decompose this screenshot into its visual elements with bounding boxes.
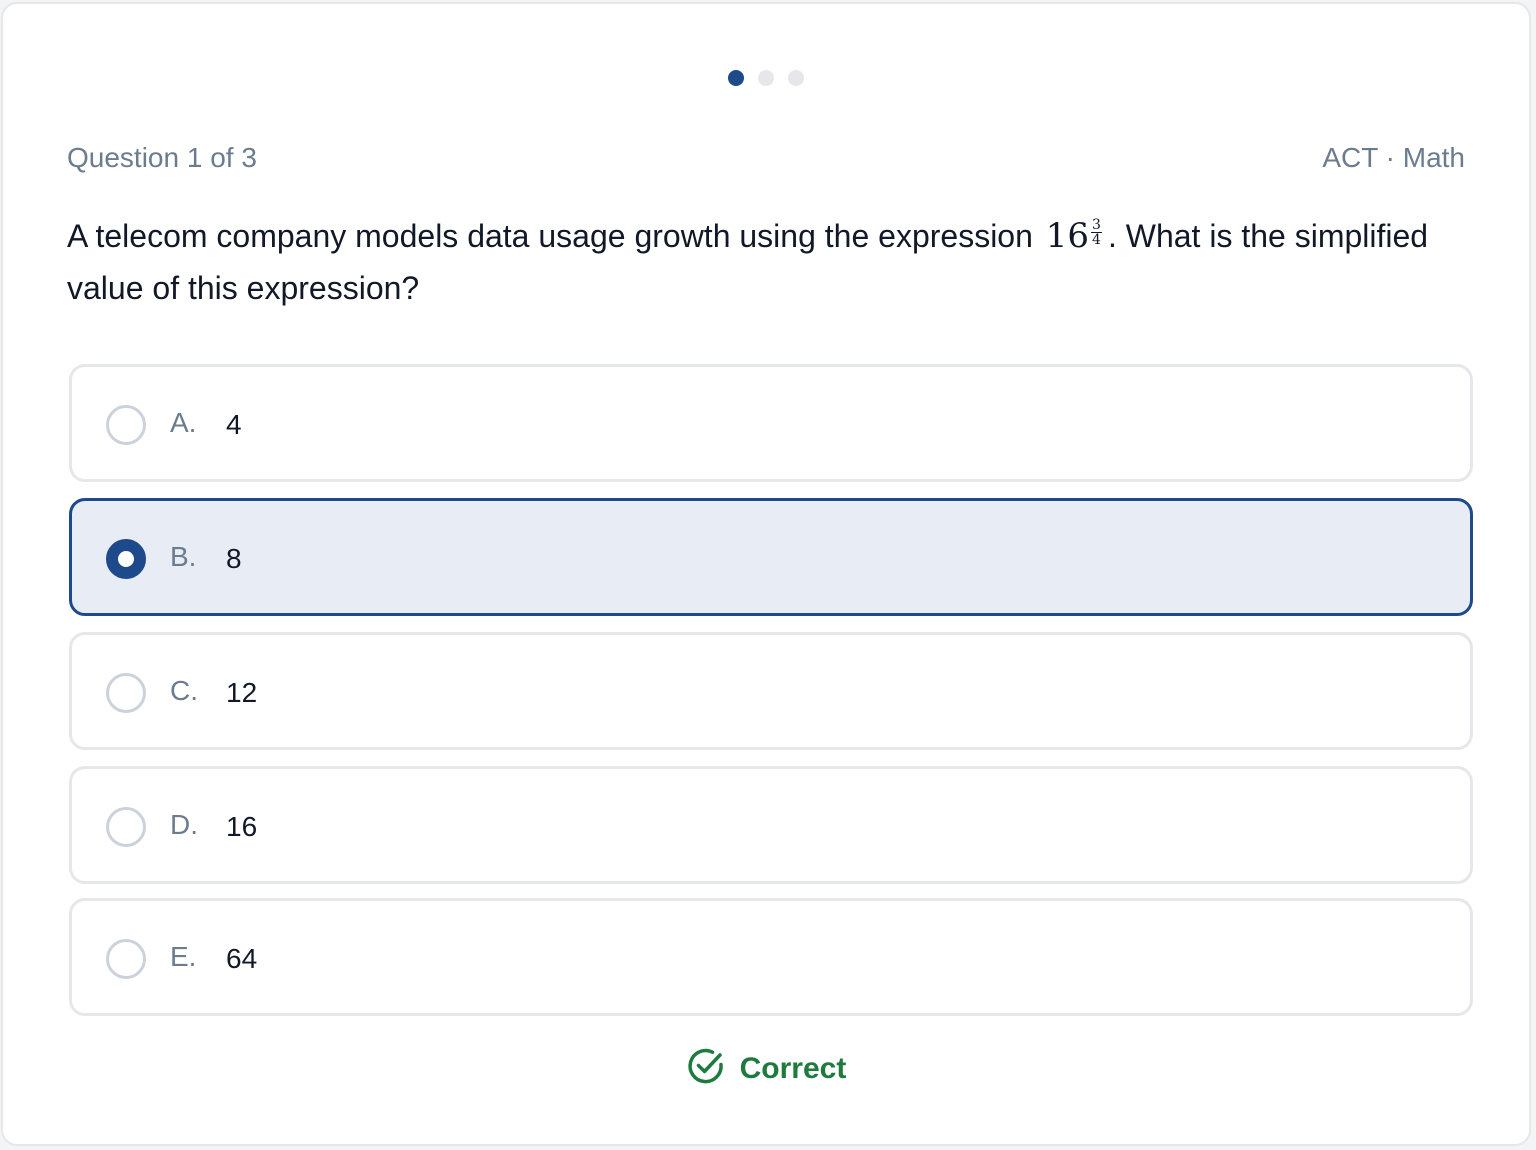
- option-c[interactable]: C. 12: [69, 632, 1473, 750]
- question-card: Question 1 of 3 ACT · Math A telecom com…: [1, 2, 1531, 1146]
- option-letter: C.: [170, 675, 198, 706]
- option-letter: A.: [170, 407, 197, 438]
- option-value: 8: [226, 543, 242, 574]
- math-expression: 16 3 4: [1046, 216, 1102, 256]
- progress-dot-2[interactable]: [758, 70, 774, 86]
- expression-base: 16: [1045, 216, 1090, 256]
- feedback-label: Correct: [739, 1051, 847, 1085]
- option-d[interactable]: D. 16: [69, 766, 1473, 884]
- radio-button[interactable]: [106, 939, 146, 979]
- exponent-numerator: 3: [1091, 217, 1102, 233]
- progress-dots: [3, 70, 1529, 88]
- question-text: A telecom company models data usage grow…: [67, 210, 1467, 314]
- option-a[interactable]: A. 4: [69, 364, 1473, 482]
- progress-dot-3[interactable]: [788, 70, 804, 86]
- option-e[interactable]: E. 64: [69, 898, 1473, 1016]
- option-b[interactable]: B. 8: [69, 498, 1473, 616]
- option-value: 16: [226, 811, 258, 842]
- check-circle-icon: [686, 1046, 726, 1091]
- exponent-denominator: 4: [1092, 232, 1101, 248]
- exponent-fraction: 34: [1091, 218, 1102, 247]
- radio-button[interactable]: [106, 673, 146, 713]
- option-value: 12: [226, 677, 258, 708]
- option-value: 4: [226, 409, 242, 440]
- category-label: ACT · Math: [1322, 142, 1465, 173]
- radio-button-selected[interactable]: [106, 539, 146, 579]
- radio-button[interactable]: [106, 807, 146, 847]
- progress-dot-1[interactable]: [728, 70, 744, 86]
- option-letter: E.: [170, 941, 197, 972]
- option-letter: B.: [170, 541, 197, 572]
- option-value: 64: [226, 943, 258, 974]
- question-counter: Question 1 of 3: [67, 142, 257, 173]
- question-text-before: A telecom company models data usage grow…: [67, 218, 1033, 254]
- radio-button[interactable]: [106, 405, 146, 445]
- feedback-correct: Correct: [3, 1046, 1529, 1091]
- option-letter: D.: [170, 809, 198, 840]
